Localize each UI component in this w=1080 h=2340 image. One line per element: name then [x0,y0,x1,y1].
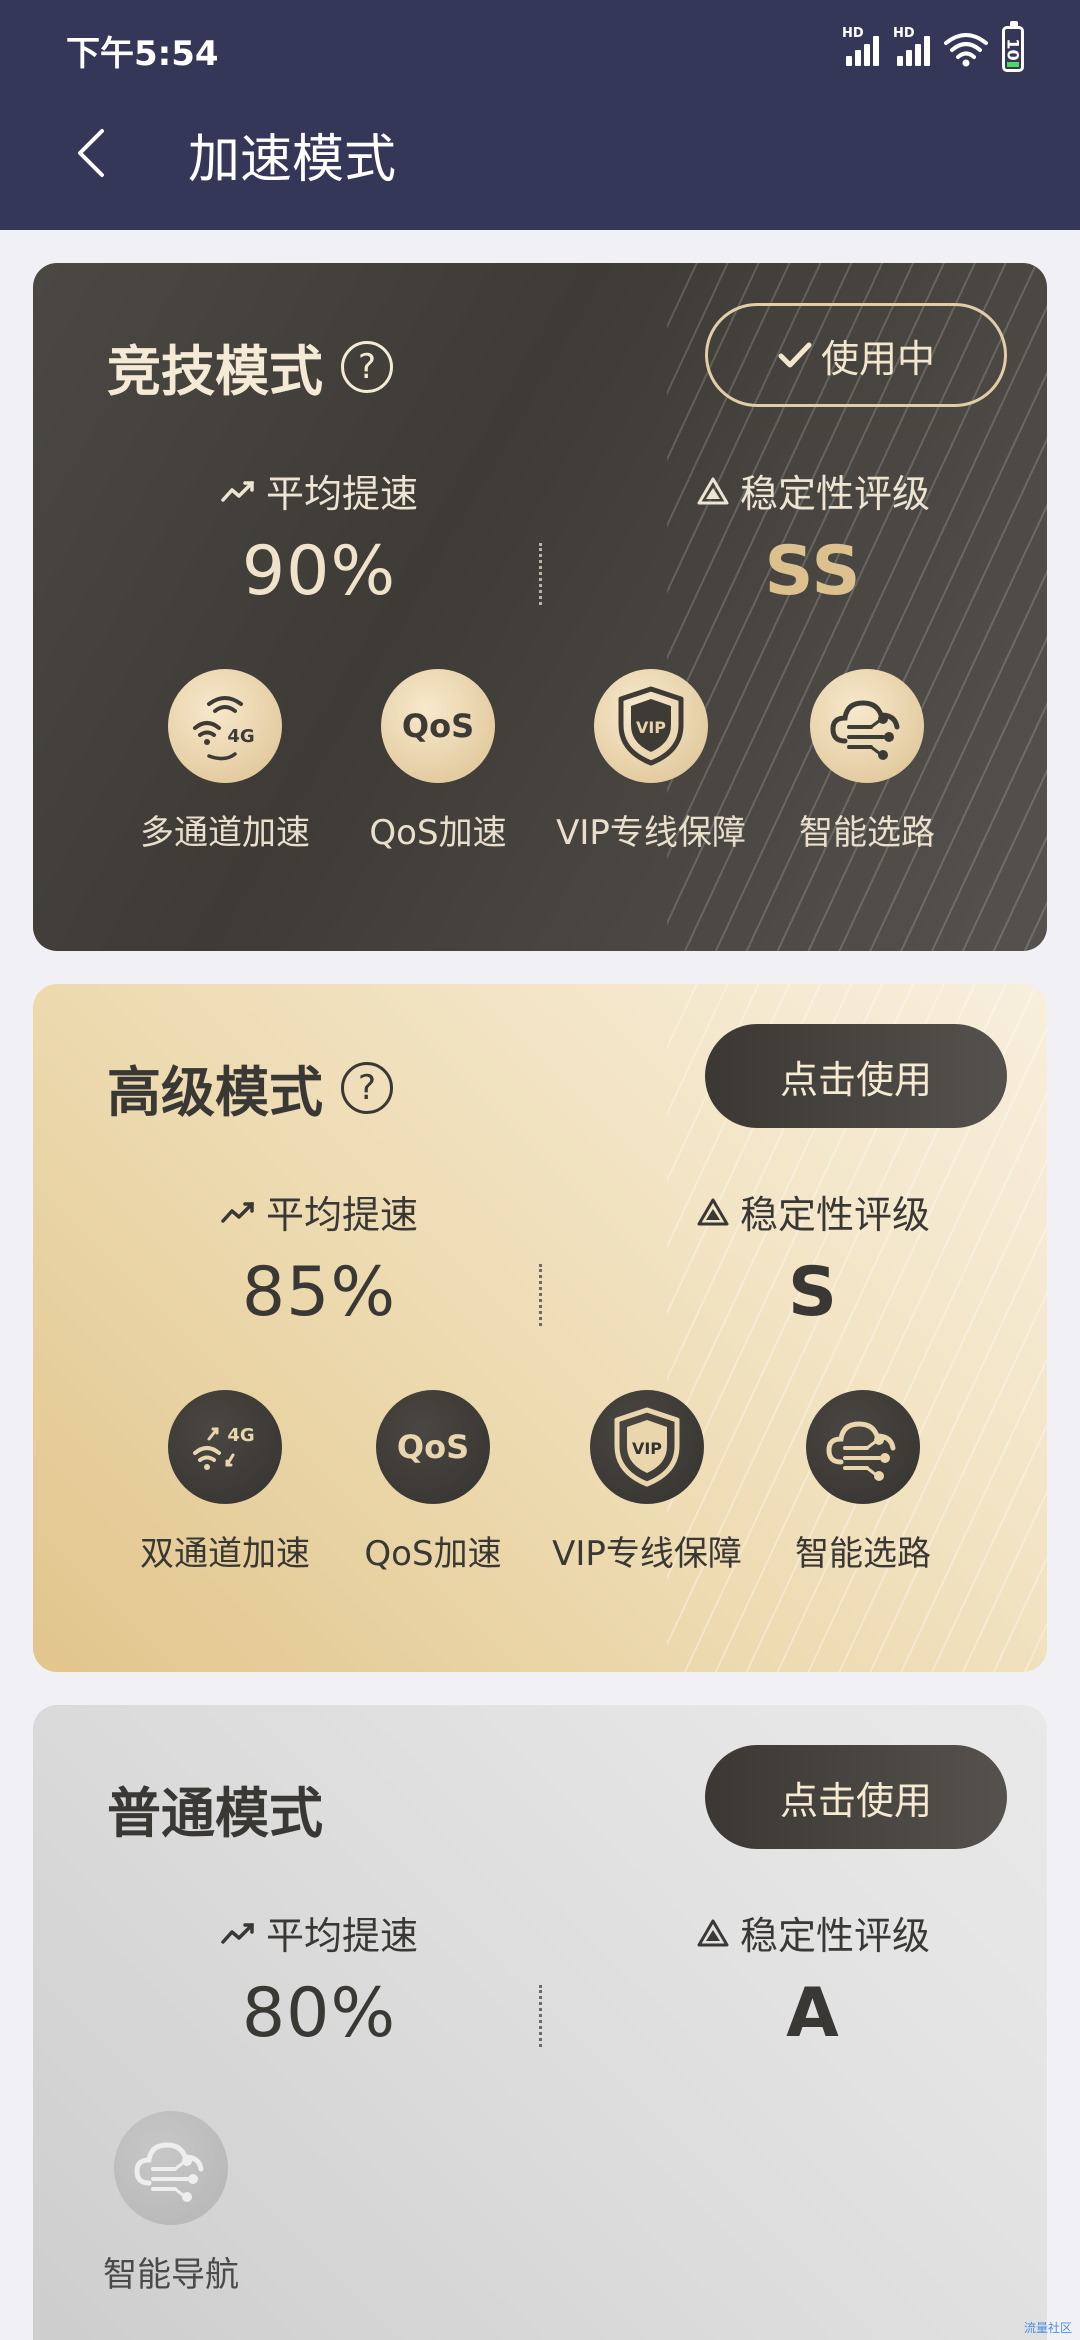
dual-channel-icon: 4G [168,1390,282,1504]
smart-nav-cloud-icon [114,2111,228,2225]
qos-icon: QoS [376,1390,490,1504]
multi-channel-icon: 4G [168,669,282,783]
competitive-mode-card[interactable]: 竞技模式 ? 使用中 平均提速 90% 稳定性评级 SS 4G 多通道加速 Qo… [33,263,1047,951]
watermark: 流量社区 [1023,2321,1072,2335]
triangle-icon [697,1919,729,1946]
stat-divider [539,543,542,605]
vip-shield-icon: VIP [590,1390,704,1504]
stat-divider [539,1264,542,1326]
mode-title: 高级模式 ? [107,1048,393,1127]
icon-4g-text: 4G [227,726,254,747]
advanced-mode-card[interactable]: 高级模式 ? 点击使用 平均提速 85% 稳定性评级 S 4G 双通道加速 Qo… [33,984,1047,1672]
stability-value: S [788,1253,838,1332]
stability-value: SS [764,532,862,611]
feature-item: 4G 双通道加速 [125,1390,325,1575]
trend-up-icon [221,480,254,502]
triangle-icon [697,477,729,504]
avg-speed-value: 90% [241,532,397,611]
triangle-icon [697,1198,729,1225]
mode-title: 普通模式 [107,1769,323,1848]
hd-label: HD [842,26,864,41]
hd-label: HD [893,26,915,41]
feature-label: 智能选路 [799,813,935,853]
feature-label: VIP专线保障 [556,813,746,853]
feature-item: 智能导航 [71,2111,271,2296]
feature-item: 4G 多通道加速 [125,669,325,854]
avg-speed-label: 平均提速 [265,472,418,516]
stat-divider [539,1985,542,2047]
page-title: 加速模式 [188,130,397,190]
avg-speed-stat: 平均提速 80% [139,1905,499,2053]
stability-label: 稳定性评级 [739,1193,930,1237]
normal-mode-card[interactable]: 普通模式 点击使用 平均提速 80% 稳定性评级 A 智能导航 [33,1705,1047,2340]
feature-label: 智能选路 [795,1534,931,1574]
feature-item: 智能选路 [763,1390,963,1575]
feature-list: 4G 双通道加速 QoS QoS加速 VIP VIP专线保障 智能选路 [33,1390,1047,1590]
use-button[interactable]: 点击使用 [705,1024,1007,1128]
status-icons: HD HD 10 [842,21,1024,74]
status-bar: 下午5:54 HD HD 10 [0,0,1080,95]
use-button[interactable]: 点击使用 [705,1745,1007,1849]
feature-label: QoS加速 [369,813,507,853]
wifi-icon [944,33,988,67]
back-arrow-icon[interactable] [66,123,126,183]
stability-value: A [786,1974,840,2053]
avg-speed-label: 平均提速 [265,1914,418,1958]
stability-label: 稳定性评级 [739,472,930,516]
check-icon [778,342,812,368]
feature-label: 多通道加速 [140,813,310,853]
icon-qos-text: QoS [402,707,474,745]
mode-title-text: 普通模式 [107,1782,323,1845]
signal-icon: HD [842,26,879,66]
stability-label: 稳定性评级 [739,1914,930,1958]
feature-item: VIP VIP专线保障 [547,1390,747,1575]
icon-vip-text: VIP [636,718,666,737]
avg-speed-stat: 平均提速 90% [139,463,499,611]
stability-stat: 稳定性评级 A [633,1905,993,2053]
mode-title-text: 竞技模式 [107,340,323,403]
mode-title: 竞技模式 ? [107,327,393,406]
signal-icon: HD [893,26,930,66]
avg-speed-value: 85% [241,1253,397,1332]
feature-label: 双通道加速 [140,1534,310,1574]
battery-icon: 10 [1002,21,1024,72]
feature-item: 智能选路 [767,669,967,854]
mode-title-text: 高级模式 [107,1061,323,1124]
vip-shield-icon: VIP [594,669,708,783]
icon-4g-text: 4G [227,1425,254,1446]
icon-qos-text: QoS [397,1428,469,1466]
app-header: 下午5:54 HD HD 10 加速模式 [0,0,1080,230]
help-icon[interactable]: ? [341,1061,393,1114]
feature-item: QoS QoS加速 [333,1390,533,1575]
feature-label: VIP专线保障 [552,1534,742,1574]
feature-item: QoS QoS加速 [338,669,538,854]
nav-bar: 加速模式 [0,95,1080,230]
status-time: 下午5:54 [66,34,219,74]
help-icon[interactable]: ? [341,340,393,393]
feature-item: VIP VIP专线保障 [551,669,751,854]
smart-route-cloud-icon [810,669,924,783]
battery-level: 10 [1003,37,1023,61]
feature-list: 智能导航 [33,2111,1047,2311]
trend-up-icon [221,1201,254,1223]
avg-speed-stat: 平均提速 85% [139,1184,499,1332]
stability-stat: 稳定性评级 SS [633,463,993,611]
trend-up-icon [221,1922,254,1944]
feature-label: 智能导航 [103,2255,239,2295]
in-use-button[interactable]: 使用中 [705,303,1007,407]
avg-speed-value: 80% [241,1974,397,2053]
stability-stat: 稳定性评级 S [633,1184,993,1332]
avg-speed-label: 平均提速 [265,1193,418,1237]
icon-vip-text: VIP [632,1439,662,1458]
qos-icon: QoS [381,669,495,783]
smart-route-cloud-icon [806,1390,920,1504]
feature-list: 4G 多通道加速 QoS QoS加速 VIP VIP专线保障 智能选路 [33,669,1047,869]
feature-label: QoS加速 [364,1534,502,1574]
in-use-button-label: 使用中 [820,336,935,381]
